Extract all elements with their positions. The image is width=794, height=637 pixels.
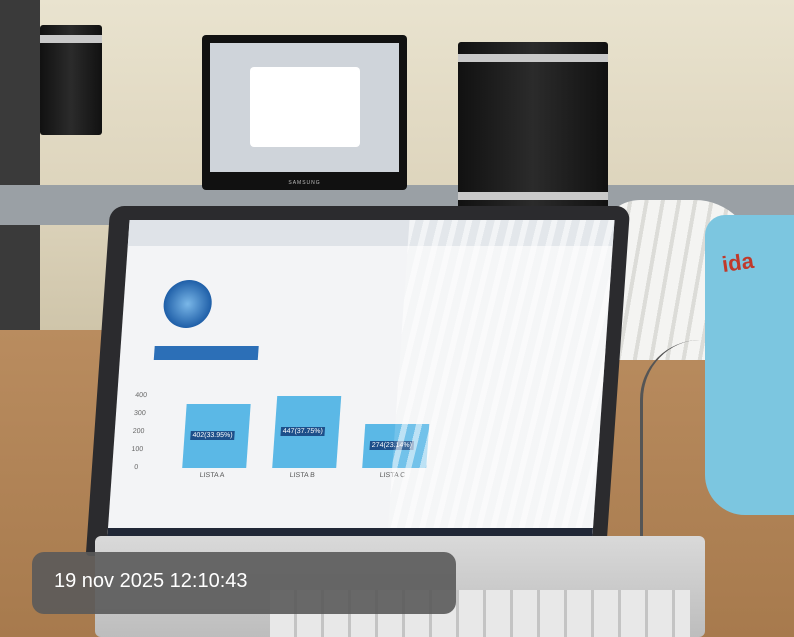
x-tick-label: LISTA B <box>289 472 316 479</box>
section-pill <box>153 346 259 360</box>
y-tick: 400 <box>135 392 148 399</box>
y-tick: 300 <box>133 410 146 417</box>
x-tick-label: LISTA A <box>199 472 225 479</box>
y-tick: 0 <box>133 464 139 471</box>
bar-data-label: 402(33.95%) <box>190 430 235 440</box>
school-logo <box>161 280 214 328</box>
bag-print: ida <box>720 247 756 278</box>
monitor: SAMSUNG <box>202 35 407 190</box>
y-tick: 100 <box>131 446 144 453</box>
desktop-tower-right <box>458 42 608 232</box>
bar-data-label: 447(37.75%) <box>280 427 326 437</box>
photo-scene: SAMSUNG ida 400 300 200 100 0 402(33.95%… <box>0 0 794 637</box>
timestamp-text: 19 nov 2025 12:10:43 <box>54 570 248 592</box>
screen-glare <box>386 220 615 550</box>
laptop-screen: 400 300 200 100 0 402(33.95%) LISTA A 447(… <box>106 220 615 550</box>
y-tick: 200 <box>132 428 145 435</box>
desktop-tower-left <box>40 25 102 135</box>
timestamp-overlay: 19 nov 2025 12:10:43 <box>32 552 456 614</box>
